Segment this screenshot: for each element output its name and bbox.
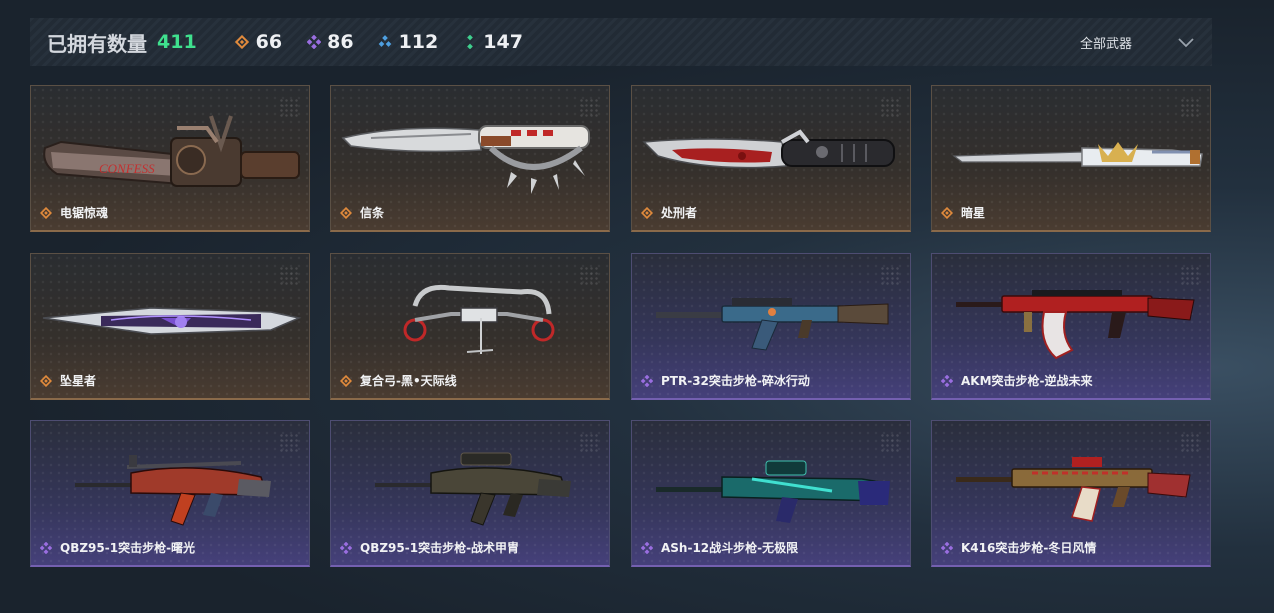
weapon-name-text: ASh-12战斗步枪-无极限 bbox=[661, 541, 799, 555]
purple-diamond-icon bbox=[306, 35, 321, 50]
weapon-name-text: 复合弓-黑•天际线 bbox=[360, 374, 457, 388]
weapon-card[interactable]: 暗星 bbox=[931, 85, 1211, 232]
owned-total-count: 411 bbox=[157, 31, 197, 53]
weapon-name-text: QBZ95-1突击步枪-曙光 bbox=[60, 541, 196, 555]
weapon-name-text: 暗星 bbox=[961, 206, 986, 220]
blue-diamond-icon bbox=[378, 35, 393, 50]
weapon-name: 复合弓-黑•天际线 bbox=[340, 372, 457, 389]
rarity-count-value: 86 bbox=[327, 31, 354, 53]
orange-diamond-icon bbox=[235, 35, 250, 50]
weapon-filter-label: 全部武器 bbox=[1079, 36, 1132, 52]
weapon-name: 暗星 bbox=[941, 204, 985, 221]
weapon-card[interactable]: 坠星者 bbox=[30, 253, 310, 400]
purple-diamond-icon bbox=[340, 541, 352, 554]
weapon-card[interactable]: CONFESS 电锯惊魂 bbox=[30, 85, 310, 232]
weapon-filter-dropdown[interactable]: 全部武器 bbox=[1080, 18, 1194, 66]
weapon-image bbox=[952, 142, 1203, 167]
weapon-image: CONFESS bbox=[43, 115, 300, 187]
purple-diamond-icon bbox=[941, 374, 953, 387]
rarity-count-value: 147 bbox=[483, 31, 523, 53]
rarity-counts: 66 86 112 147 bbox=[235, 31, 523, 53]
weapon-card[interactable]: AKM突击步枪-逆战未来 bbox=[931, 253, 1211, 400]
weapon-card[interactable]: QBZ95-1突击步枪-战术甲胄 bbox=[330, 420, 610, 567]
weapon-name: 坠星者 bbox=[40, 372, 96, 389]
weapon-image bbox=[956, 290, 1195, 360]
purple-diamond-icon bbox=[40, 541, 52, 554]
weapon-name-text: 坠星者 bbox=[60, 374, 97, 388]
purple-diamond-icon bbox=[641, 374, 653, 387]
weapon-name-text: QBZ95-1突击步枪-战术甲胄 bbox=[360, 541, 520, 555]
weapon-image bbox=[341, 125, 590, 194]
weapon-image bbox=[42, 307, 302, 335]
orange-diamond-icon bbox=[340, 374, 352, 387]
orange-diamond-icon bbox=[941, 206, 953, 219]
weapon-image bbox=[642, 129, 895, 169]
weapon-image bbox=[956, 457, 1191, 522]
weapon-card[interactable]: K416突击步枪-冬日风情 bbox=[931, 420, 1211, 567]
rarity-count-value: 66 bbox=[255, 31, 283, 53]
weapon-card[interactable]: PTR-32突击步枪-碎冰行动 bbox=[631, 253, 911, 400]
weapon-card[interactable]: 处刑者 bbox=[631, 85, 911, 232]
weapon-name-text: 信条 bbox=[360, 206, 385, 220]
orange-diamond-icon bbox=[641, 206, 653, 219]
rarity-count-orange: 66 bbox=[235, 31, 282, 53]
rarity-count-green: 147 bbox=[462, 31, 523, 53]
orange-diamond-icon bbox=[40, 206, 52, 219]
weapon-name: 电锯惊魂 bbox=[40, 204, 108, 221]
owned-summary-bar: 已拥有数量 411 66 86 112 147 全部武器 bbox=[30, 18, 1212, 66]
weapon-name-text: PTR-32突击步枪-碎冰行动 bbox=[661, 374, 810, 388]
weapon-name: QBZ95-1突击步枪-战术甲胄 bbox=[340, 539, 519, 556]
weapon-card[interactable]: 信条 bbox=[330, 85, 610, 232]
weapon-name-text: 处刑者 bbox=[661, 206, 698, 220]
weapon-name: 处刑者 bbox=[641, 204, 697, 221]
weapon-image bbox=[656, 460, 890, 523]
weapon-name: ASh-12战斗步枪-无极限 bbox=[641, 539, 798, 556]
weapon-card[interactable]: ASh-12战斗步枪-无极限 bbox=[631, 420, 911, 567]
purple-diamond-icon bbox=[641, 541, 653, 554]
orange-diamond-icon bbox=[340, 206, 352, 219]
weapon-name: AKM突击步枪-逆战未来 bbox=[941, 372, 1093, 389]
weapon-name-text: K416突击步枪-冬日风情 bbox=[961, 541, 1097, 555]
weapon-card[interactable]: QBZ95-1突击步枪-曙光 bbox=[30, 420, 310, 567]
orange-diamond-icon bbox=[40, 374, 52, 387]
weapon-image bbox=[656, 298, 889, 351]
rarity-count-value: 112 bbox=[398, 31, 439, 53]
svg-text:CONFESS: CONFESS bbox=[99, 161, 155, 176]
green-diamond-icon bbox=[462, 35, 477, 50]
weapon-card[interactable]: 复合弓-黑•天际线 bbox=[330, 253, 610, 400]
rarity-count-purple: 86 bbox=[306, 31, 354, 53]
owned-count-label: 已拥有数量 bbox=[47, 31, 147, 56]
chevron-down-icon[interactable] bbox=[1178, 33, 1194, 52]
weapon-name-text: 电锯惊魂 bbox=[60, 206, 109, 220]
weapon-image bbox=[403, 284, 555, 354]
purple-diamond-icon bbox=[941, 541, 953, 554]
rarity-count-blue: 112 bbox=[378, 31, 439, 53]
weapon-image bbox=[75, 455, 271, 526]
weapon-name: 信条 bbox=[340, 204, 384, 221]
weapon-name: QBZ95-1突击步枪-曙光 bbox=[40, 539, 195, 556]
weapon-name-text: AKM突击步枪-逆战未来 bbox=[961, 374, 1093, 388]
weapon-name: K416突击步枪-冬日风情 bbox=[941, 539, 1096, 556]
weapon-image bbox=[375, 452, 571, 526]
weapon-name: PTR-32突击步枪-碎冰行动 bbox=[641, 372, 810, 389]
